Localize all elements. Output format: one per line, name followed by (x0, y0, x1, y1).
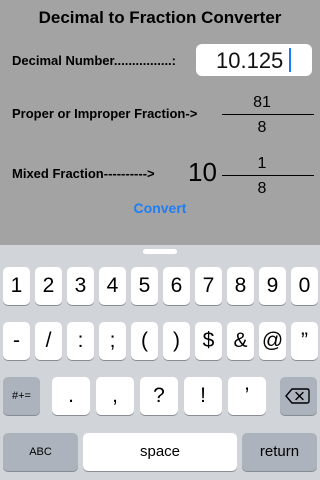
key-semicolon[interactable]: ; (99, 322, 126, 360)
key-7[interactable]: 7 (195, 267, 222, 305)
abc-button-label: ABC (29, 446, 52, 458)
key-0[interactable]: 0 (291, 267, 318, 305)
key-3[interactable]: 3 (67, 267, 94, 305)
mixed-fraction-bar (222, 175, 314, 176)
key-9[interactable]: 9 (259, 267, 286, 305)
key-4[interactable]: 4 (99, 267, 126, 305)
key-colon[interactable]: : (67, 322, 94, 360)
decimal-number-label: Decimal Number................: (12, 53, 176, 68)
convert-button[interactable]: Convert (120, 200, 200, 216)
proper-fraction-numerator: 81 (253, 94, 271, 111)
mixed-fraction-whole: 10 (188, 157, 217, 187)
abc-button[interactable]: ABC (3, 433, 78, 471)
key-quote[interactable]: ” (291, 322, 318, 360)
numeric-keyboard: 1 2 3 4 5 6 7 8 9 0 - / : ; ( ) $ & @ ” … (0, 245, 320, 480)
key-5[interactable]: 5 (131, 267, 158, 305)
key-more-symbols-label: #+= (12, 390, 31, 402)
mixed-fraction-denominator: 8 (257, 180, 267, 197)
key-2[interactable]: 2 (35, 267, 62, 305)
text-caret (289, 48, 291, 72)
mixed-fraction-label: Mixed Fraction----------> (12, 166, 155, 181)
key-6[interactable]: 6 (163, 267, 190, 305)
key-at[interactable]: @ (259, 322, 286, 360)
key-close-paren[interactable]: ) (163, 322, 190, 360)
keyboard-handle[interactable] (143, 249, 177, 254)
space-bar[interactable]: space (83, 433, 237, 471)
proper-fraction-bar (222, 114, 314, 115)
return-button[interactable]: return (242, 433, 317, 471)
key-question[interactable]: ? (140, 377, 178, 415)
backspace-button[interactable] (280, 377, 317, 415)
key-more-symbols[interactable]: #+= (3, 377, 40, 415)
key-exclamation[interactable]: ! (184, 377, 222, 415)
proper-fraction-label: Proper or Improper Fraction-> (12, 106, 198, 121)
page-title: Decimal to Fraction Converter (38, 8, 282, 27)
converter-screen: Decimal to Fraction Converter Decimal Nu… (0, 0, 320, 245)
decimal-number-input[interactable] (196, 44, 312, 76)
key-open-paren[interactable]: ( (131, 322, 158, 360)
key-ampersand[interactable]: & (227, 322, 254, 360)
key-comma[interactable]: , (96, 377, 134, 415)
key-8[interactable]: 8 (227, 267, 254, 305)
key-slash[interactable]: / (35, 322, 62, 360)
key-period[interactable]: . (52, 377, 90, 415)
mixed-fraction-numerator: 1 (257, 155, 267, 172)
proper-fraction-denominator: 8 (257, 119, 267, 136)
key-hyphen[interactable]: - (3, 322, 30, 360)
key-apostrophe[interactable]: ’ (228, 377, 266, 415)
key-dollar[interactable]: $ (195, 322, 222, 360)
key-1[interactable]: 1 (3, 267, 30, 305)
backspace-icon (285, 388, 310, 404)
